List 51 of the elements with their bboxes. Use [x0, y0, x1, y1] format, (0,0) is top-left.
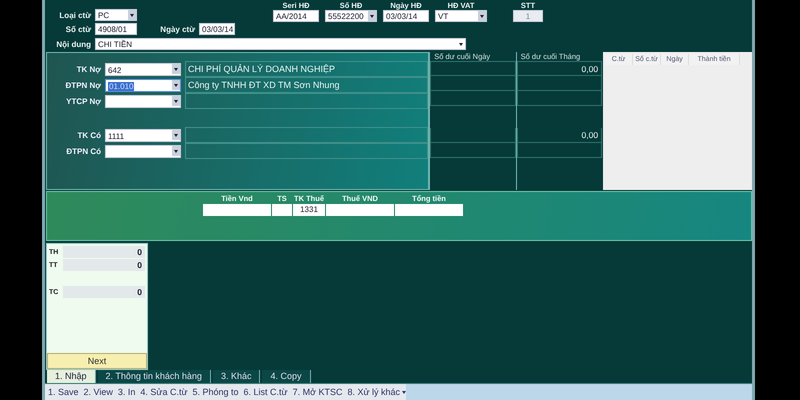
tab[interactable]: 2. Thông tin khách hàng: [98, 370, 211, 383]
tax-field[interactable]: [395, 204, 463, 216]
total-field: 0: [63, 286, 145, 298]
account-combo[interactable]: 642: [105, 62, 181, 76]
voucher-date-field[interactable]: 03/03/14: [199, 23, 235, 35]
total-field: 0: [63, 246, 145, 258]
tab[interactable]: 4. Copy: [262, 370, 311, 383]
invoice-combo[interactable]: 55522200: [325, 10, 377, 22]
caret-icon: [478, 11, 486, 21]
tab[interactable]: 1. Nhập: [47, 370, 96, 383]
balance-cell: 0,00: [516, 61, 602, 76]
account-combo[interactable]: 1111: [105, 128, 181, 142]
invoice-combo[interactable]: VT: [435, 10, 487, 22]
toolbar-button[interactable]: 2. View: [84, 387, 113, 397]
toolbar-button[interactable]: 7. Mở KTSC: [292, 387, 342, 397]
dropdown-icon: [402, 390, 406, 396]
caret-icon: [128, 10, 136, 20]
voucher-type-combo[interactable]: PC: [95, 9, 137, 21]
toolbar-button[interactable]: 6. List C.từ: [244, 387, 288, 397]
toolbar-button[interactable]: 3. In: [118, 387, 136, 397]
toolbar-button[interactable]: 5. Phóng to: [192, 387, 239, 397]
toolbar-button[interactable]: 8. Xử lý khác: [348, 387, 406, 397]
tax-field[interactable]: [272, 204, 292, 216]
voucher-number-field[interactable]: 4908/01: [95, 23, 137, 35]
field-label: Số ctừ: [64, 24, 92, 34]
next-button[interactable]: Next: [47, 353, 147, 369]
invoice-field[interactable]: 03/03/14: [383, 10, 429, 22]
account-label: TK Nợ: [76, 64, 102, 74]
field-label: Nội dung: [55, 40, 92, 48]
toolbar-button[interactable]: 4. Sửa C.từ: [140, 387, 188, 397]
tax-field[interactable]: [326, 204, 394, 216]
sequence-field: 1: [513, 10, 543, 22]
toolbar-button[interactable]: 1. Save: [48, 387, 79, 397]
tax-field[interactable]: [203, 204, 271, 216]
account-name-cell: CHI PHÍ QUẢN LÝ DOANH NGHIỆP: [185, 61, 428, 77]
account-label: TK Có: [76, 130, 102, 140]
field-label: Ngày ctừ: [159, 24, 196, 34]
account-combo[interactable]: [105, 94, 181, 108]
description-combo[interactable]: CHI TIỀN: [95, 38, 466, 50]
balance-cell: 0,00: [516, 128, 602, 143]
account-combo[interactable]: [105, 144, 181, 158]
account-label: ĐTPN Nợ: [64, 80, 102, 90]
total-field: 0: [63, 259, 145, 271]
tax-field[interactable]: 1331: [293, 204, 325, 216]
tab[interactable]: 3. Khác: [212, 370, 260, 383]
account-label: YTCP Nợ: [65, 96, 102, 106]
account-label: ĐTPN Có: [65, 146, 102, 156]
account-name-cell: Công ty TNHH ĐT XD TM Sơn Nhung: [185, 77, 428, 93]
caret-icon: [368, 11, 376, 21]
field-label: Loại ctừ: [58, 10, 92, 20]
invoice-field[interactable]: AA/2014: [273, 10, 319, 22]
